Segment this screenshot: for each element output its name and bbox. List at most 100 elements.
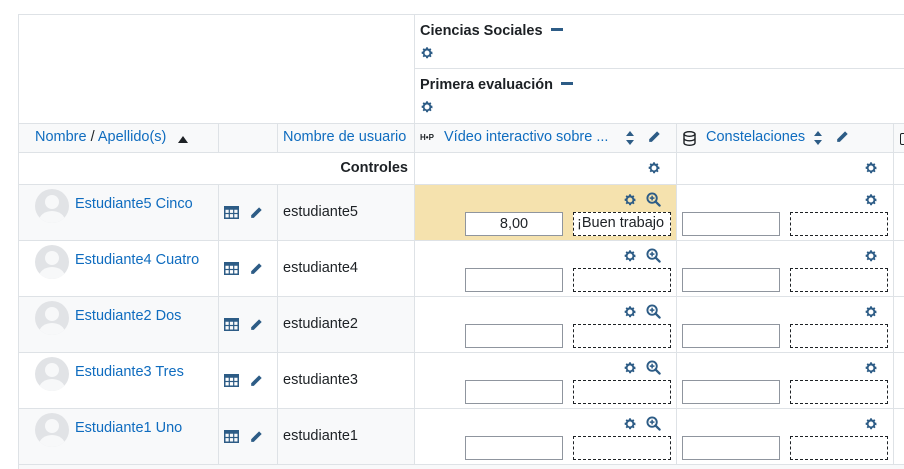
single-view-icon[interactable] — [224, 206, 239, 219]
student-actions-cell — [219, 185, 278, 241]
column-header-item-constellations: Constelaciones — [677, 124, 894, 153]
gear-icon[interactable] — [647, 161, 661, 175]
collapse-icon[interactable] — [551, 28, 563, 32]
edit-icon[interactable] — [835, 130, 849, 144]
gear-icon[interactable] — [623, 193, 637, 207]
grade-cell-video: ¡Buen trabajo — [415, 185, 677, 241]
feedback-input[interactable] — [573, 436, 671, 460]
avatar[interactable] — [35, 301, 69, 335]
gear-icon[interactable] — [420, 100, 434, 114]
single-view-icon[interactable] — [224, 374, 239, 387]
student-name-link[interactable]: Estudiante3 Tres — [75, 364, 184, 380]
username-cell: estudiante2 — [278, 297, 415, 353]
grade-input[interactable] — [682, 380, 780, 404]
gear-icon[interactable] — [864, 305, 878, 319]
gear-icon[interactable] — [420, 46, 434, 60]
controls-cell-video — [415, 153, 677, 185]
column-header-item-video: H•P Vídeo interactivo sobre ... — [415, 124, 677, 153]
grade-input[interactable] — [465, 436, 563, 460]
avatar[interactable] — [35, 357, 69, 391]
student-actions-cell — [219, 241, 278, 297]
grade-input[interactable] — [465, 268, 563, 292]
feedback-input[interactable] — [573, 380, 671, 404]
feedback-input[interactable] — [790, 380, 888, 404]
avatar[interactable] — [35, 245, 69, 279]
username: estudiante4 — [283, 260, 358, 276]
gear-icon[interactable] — [623, 249, 637, 263]
avatar[interactable] — [35, 189, 69, 223]
feedback-input[interactable] — [790, 324, 888, 348]
edit-icon[interactable] — [249, 206, 263, 220]
zoom-icon[interactable] — [646, 416, 661, 431]
gear-icon[interactable] — [864, 161, 878, 175]
grade-cell-partial — [894, 297, 904, 353]
category-header-child: Primera evaluación — [415, 69, 904, 124]
single-view-icon[interactable] — [224, 430, 239, 443]
gear-icon[interactable] — [623, 417, 637, 431]
grade-input[interactable] — [682, 436, 780, 460]
gear-icon[interactable] — [864, 249, 878, 263]
grade-cell-video — [415, 241, 677, 297]
zoom-icon[interactable] — [646, 360, 661, 375]
edit-icon[interactable] — [249, 374, 263, 388]
avatar[interactable] — [35, 413, 69, 447]
edit-icon[interactable] — [249, 262, 263, 276]
feedback-input[interactable] — [790, 212, 888, 236]
database-icon — [683, 131, 696, 146]
gear-icon[interactable] — [864, 417, 878, 431]
grade-cell-partial — [894, 353, 904, 409]
grade-cell-video — [415, 409, 677, 465]
grade-cell-constellations — [677, 409, 894, 465]
gear-icon[interactable] — [623, 361, 637, 375]
grade-input[interactable] — [682, 212, 780, 236]
student-actions-cell — [219, 353, 278, 409]
zoom-icon[interactable] — [646, 248, 661, 263]
single-view-icon[interactable] — [224, 318, 239, 331]
grade-input[interactable] — [682, 268, 780, 292]
zoom-icon[interactable] — [646, 192, 661, 207]
gear-icon[interactable] — [864, 193, 878, 207]
grade-input[interactable] — [465, 324, 563, 348]
grade-item-link-video[interactable]: Vídeo interactivo sobre ... — [444, 129, 608, 145]
next-row-partial — [18, 465, 904, 469]
zoom-icon[interactable] — [646, 304, 661, 319]
sort-by-username-link[interactable]: Nombre de usuario — [283, 129, 406, 145]
student-name-link[interactable]: Estudiante1 Uno — [75, 420, 182, 436]
feedback-input[interactable] — [790, 268, 888, 292]
controls-label-cell: Controles — [18, 153, 415, 185]
sort-icon[interactable] — [813, 130, 823, 150]
edit-icon[interactable] — [647, 130, 661, 144]
gear-icon[interactable] — [623, 305, 637, 319]
feedback-input[interactable] — [790, 436, 888, 460]
sort-ascending-icon — [178, 131, 188, 147]
edit-icon[interactable] — [249, 318, 263, 332]
category-header-parent: Ciencias Sociales — [415, 14, 904, 69]
grade-input[interactable] — [465, 380, 563, 404]
student-name-link[interactable]: Estudiante5 Cinco — [75, 196, 193, 212]
single-view-icon[interactable] — [224, 262, 239, 275]
column-header-next-partial — [894, 124, 904, 153]
student-name-cell: Estudiante2 Dos — [18, 297, 219, 353]
student-name-link[interactable]: Estudiante4 Cuatro — [75, 252, 199, 268]
sort-by-surname-link[interactable]: Apellido(s) — [98, 129, 167, 145]
username: estudiante3 — [283, 372, 358, 388]
controls-cell-partial — [894, 153, 904, 185]
feedback-input[interactable] — [573, 324, 671, 348]
collapse-icon[interactable] — [561, 82, 573, 86]
grade-cell-constellations — [677, 241, 894, 297]
sort-by-firstname-link[interactable]: Nombre — [35, 129, 87, 145]
controls-label: Controles — [340, 160, 408, 176]
grade-input[interactable] — [682, 324, 780, 348]
gear-icon[interactable] — [864, 361, 878, 375]
grade-cell-partial — [894, 409, 904, 465]
feedback-input[interactable]: ¡Buen trabajo — [573, 212, 671, 236]
grade-item-link-constellations[interactable]: Constelaciones — [706, 129, 805, 145]
column-header-username: Nombre de usuario — [278, 124, 415, 153]
student-name-link[interactable]: Estudiante2 Dos — [75, 308, 181, 324]
student-name-cell: Estudiante4 Cuatro — [18, 241, 219, 297]
grade-input[interactable] — [465, 212, 563, 236]
grade-cell-video — [415, 297, 677, 353]
feedback-input[interactable] — [573, 268, 671, 292]
edit-icon[interactable] — [249, 430, 263, 444]
sort-icon[interactable] — [625, 130, 635, 150]
